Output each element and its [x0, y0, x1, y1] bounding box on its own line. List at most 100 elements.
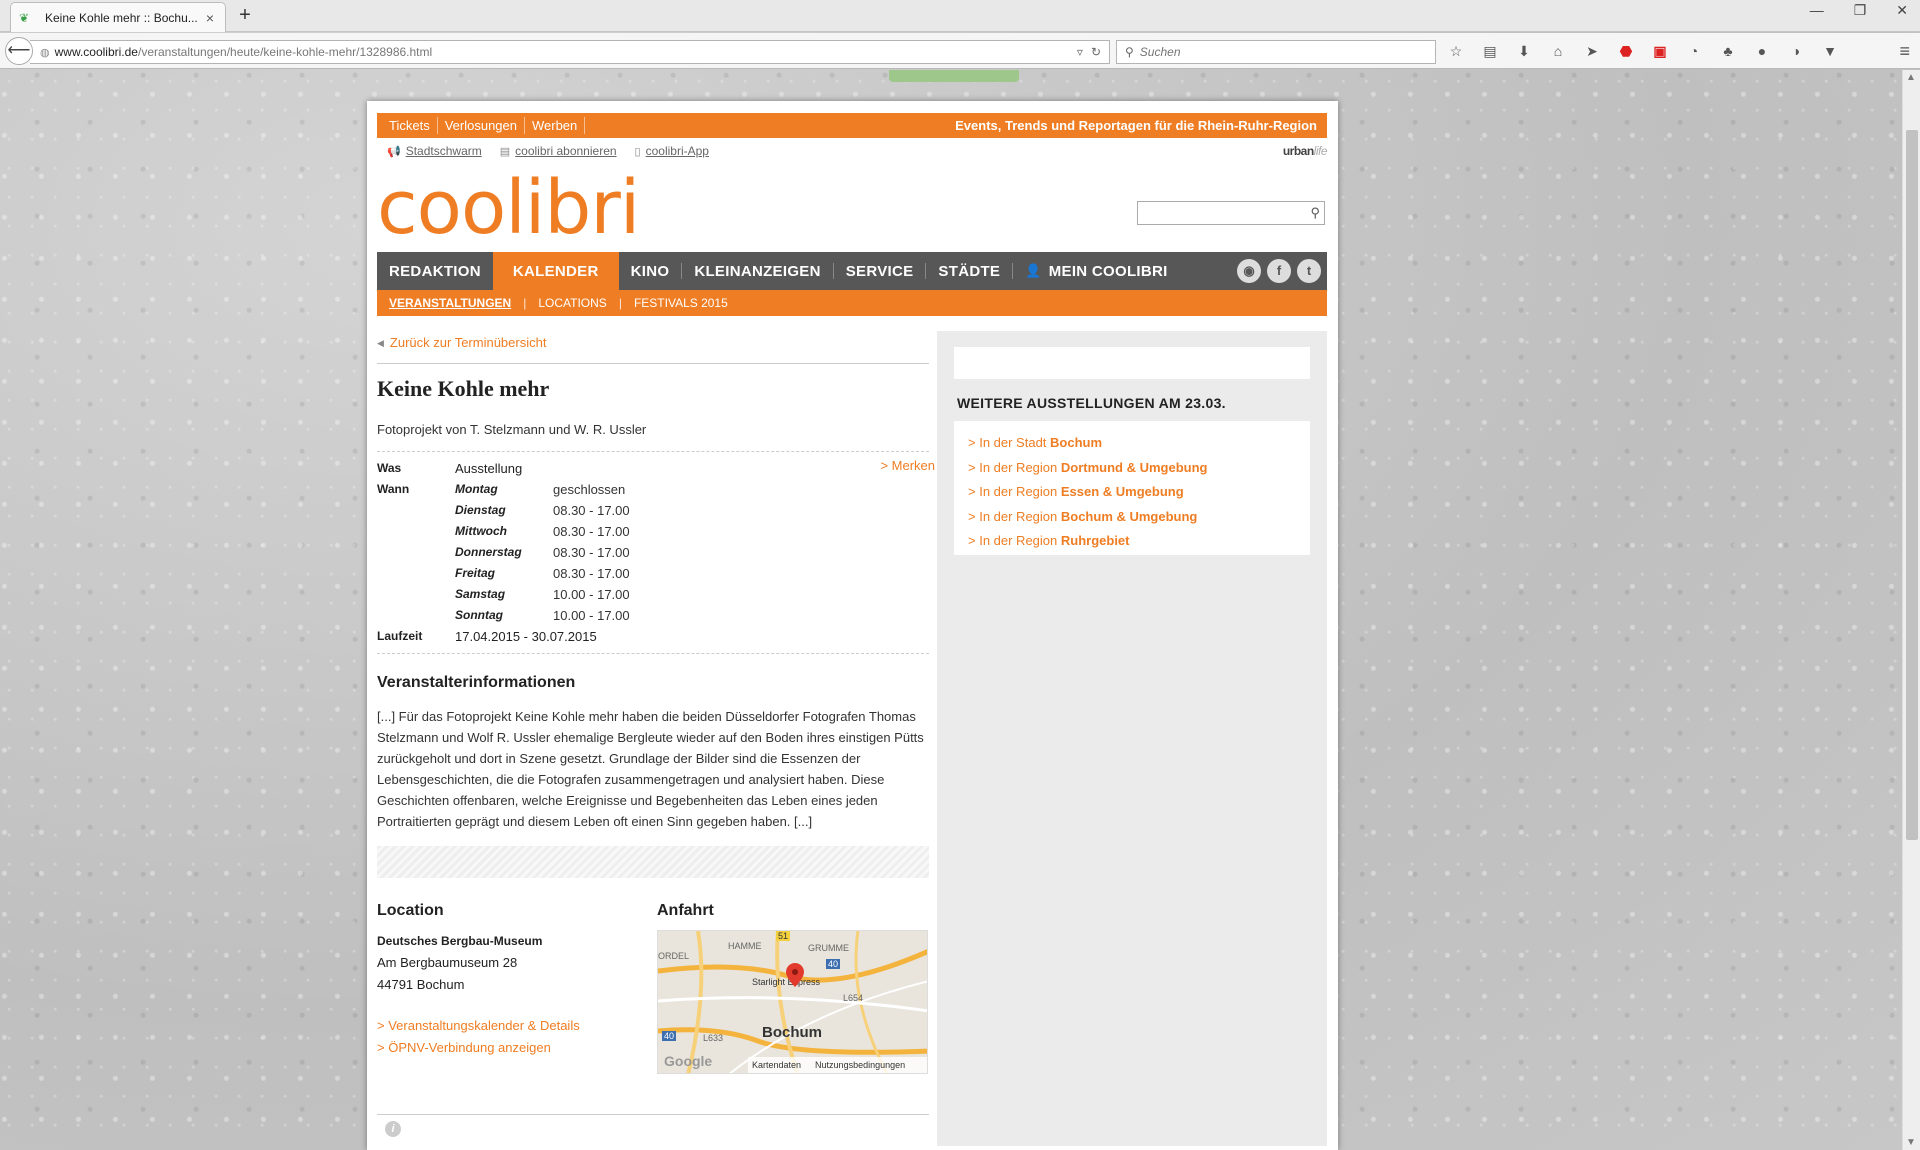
- coolibri-logo[interactable]: coolibri: [377, 171, 640, 245]
- save-icon[interactable]: ▼: [1820, 41, 1840, 61]
- sidebar-ad-slot: [954, 347, 1310, 379]
- top-strip: Tickets Verlosungen Werben Events, Trend…: [377, 113, 1327, 138]
- abonnieren-link[interactable]: ▤ coolibri abonnieren: [500, 144, 617, 158]
- new-tab-button[interactable]: +: [234, 4, 256, 27]
- url-bar[interactable]: ◍ www.coolibri.de/veranstaltungen/heute/…: [30, 40, 1110, 64]
- browser-toolbar: ☆ ▤ ⬇ ⌂ ➤ ⬣ ▣ ◔ ♣ ● ◑ ▼: [1446, 41, 1840, 61]
- browser-search-input[interactable]: [1139, 45, 1420, 59]
- green-tab-decoration: [889, 70, 1019, 82]
- nav-mein-coolibri[interactable]: 👤 MEIN COOLIBRI: [1013, 252, 1179, 290]
- facebook-icon[interactable]: f: [1267, 259, 1291, 283]
- info-icon[interactable]: i: [385, 1121, 401, 1137]
- laufzeit-label: Laufzeit: [377, 629, 423, 643]
- sec-veranstaltungen[interactable]: VERANSTALTUNGEN: [377, 296, 523, 310]
- map-pin-icon[interactable]: [786, 963, 804, 987]
- top-link-werben[interactable]: Werben: [525, 117, 586, 134]
- browser-tab[interactable]: ❦ Keine Kohle mehr :: Bochu... ×: [10, 2, 226, 32]
- close-tab-icon[interactable]: ×: [203, 10, 217, 26]
- coolibri-favicon-icon: ❦: [19, 10, 30, 25]
- twitter-icon[interactable]: t: [1297, 259, 1321, 283]
- top-link-tickets[interactable]: Tickets: [377, 117, 438, 134]
- rss-icon[interactable]: ◉: [1237, 259, 1261, 283]
- url-text[interactable]: www.coolibri.de/veranstaltungen/heute/ke…: [55, 45, 1077, 59]
- home-icon[interactable]: ⌂: [1548, 41, 1568, 61]
- calendar-details-link[interactable]: > Veranstaltungskalender & Details: [377, 1018, 637, 1033]
- nav-kleinanzeigen[interactable]: KLEINANZEIGEN: [682, 252, 832, 290]
- location-heading: Location: [377, 902, 444, 919]
- top-link-verlosungen[interactable]: Verlosungen: [438, 117, 525, 134]
- browser-search-bar[interactable]: ⚲: [1116, 40, 1436, 64]
- organizer-heading: Veranstalterinformationen: [377, 674, 576, 691]
- location-map[interactable]: HAMME GRUMME ORDEL Starlight Express L65…: [657, 930, 928, 1074]
- list-item[interactable]: > In der Region Dortmund & Umgebung: [968, 456, 1296, 481]
- browser-tab-bar: ❦ Keine Kohle mehr :: Bochu... × + — ❐ ✕: [0, 0, 1920, 32]
- nav-kalender[interactable]: KALENDER: [492, 252, 619, 290]
- restore-button[interactable]: ❐: [1854, 2, 1867, 19]
- hamburger-menu-icon[interactable]: ≡: [1899, 41, 1910, 62]
- wann-row: Wann Montag geschlossen Dienstag 08.30 - 1…: [377, 479, 929, 626]
- adblock-icon[interactable]: ⬣: [1616, 41, 1636, 61]
- nav-redaktion[interactable]: REDAKTION: [377, 252, 493, 290]
- reading-list-icon[interactable]: ▤: [1480, 41, 1500, 61]
- minimize-button[interactable]: —: [1810, 2, 1824, 19]
- pocket-icon[interactable]: ♣: [1718, 41, 1738, 61]
- more-exhibitions-list: > In der Stadt Bochum > In der Region Do…: [954, 419, 1310, 555]
- sec-festivals[interactable]: FESTIVALS 2015: [622, 296, 740, 310]
- oepnv-link[interactable]: > ÖPNV-Verbindung anzeigen: [377, 1040, 637, 1055]
- merken-link[interactable]: > Merken: [880, 458, 935, 473]
- chat-icon[interactable]: ●: [1752, 41, 1772, 61]
- stadtschwarm-link[interactable]: 📢 Stadtschwarm: [387, 144, 482, 158]
- terms-link[interactable]: Nutzungsbedingungen: [815, 1060, 905, 1070]
- event-detail: ◀ Zurück zur Terminübersicht Keine Kohle…: [377, 331, 935, 1144]
- reload-icon[interactable]: ↻: [1091, 45, 1101, 59]
- page-container: Tickets Verlosungen Werben Events, Trend…: [367, 101, 1338, 1150]
- main-navigation: REDAKTION KALENDER KINO KLEINANZEIGEN SE…: [377, 252, 1327, 290]
- site-search-input[interactable]: [1138, 202, 1298, 224]
- list-item[interactable]: > In der Stadt Bochum: [968, 431, 1296, 456]
- scroll-thumb[interactable]: [1906, 130, 1918, 840]
- social-icons: ◉ f t: [1237, 252, 1327, 290]
- urbanlife-logo[interactable]: urbanlife: [1283, 144, 1328, 158]
- directions: Anfahrt HAMME GRUMME ORDEL Starlight Exp…: [657, 902, 929, 1074]
- list-item[interactable]: > In der Region Bochum & Umgebung: [968, 505, 1296, 530]
- search-icon: ⚲: [1125, 45, 1134, 59]
- triangle-left-icon: ◀: [377, 338, 384, 348]
- map-label: L633: [703, 1033, 724, 1043]
- sidebar-heading: WEITERE AUSSTELLUNGEN AM 23.03.: [957, 395, 1226, 411]
- megaphone-icon: 📢: [387, 145, 401, 158]
- site-search[interactable]: ⚲: [1137, 201, 1325, 225]
- pdf-icon[interactable]: ▣: [1650, 41, 1670, 61]
- search-icon[interactable]: ⚲: [1310, 205, 1320, 221]
- scroll-down-icon[interactable]: ▼: [1906, 1137, 1916, 1148]
- map-label: GRUMME: [808, 943, 849, 953]
- nav-service[interactable]: SERVICE: [834, 252, 926, 290]
- document-icon: ▤: [499, 145, 511, 158]
- map-label: ORDEL: [658, 951, 690, 961]
- map-data-link[interactable]: Kartendaten: [752, 1060, 801, 1070]
- sec-locations[interactable]: LOCATIONS: [526, 296, 618, 310]
- wann-label: Wann: [377, 482, 410, 496]
- nav-kino[interactable]: KINO: [619, 252, 682, 290]
- google-logo: Google: [664, 1053, 713, 1069]
- extension-icon[interactable]: ◑: [1786, 41, 1806, 61]
- app-link[interactable]: ▯ coolibri-App: [635, 144, 709, 158]
- dropdown-arrow-icon[interactable]: ▿: [1077, 45, 1083, 59]
- back-to-overview-link[interactable]: ◀ Zurück zur Terminübersicht: [377, 331, 929, 364]
- scroll-up-icon[interactable]: ▲: [1906, 72, 1916, 83]
- hours-row: Mittwoch 08.30 - 17.00: [455, 524, 630, 539]
- close-window-button[interactable]: ✕: [1896, 2, 1908, 19]
- page-scrollbar[interactable]: ▲ ▼: [1902, 70, 1920, 1150]
- phone-icon: ▯: [634, 145, 641, 158]
- hours-row: Sonntag 10.00 - 17.00: [455, 608, 630, 623]
- list-item[interactable]: > In der Region Essen & Umgebung: [968, 480, 1296, 505]
- opening-hours: Montag geschlossen Dienstag 08.30 - 17.00 …: [455, 479, 630, 626]
- bookmark-star-icon[interactable]: ☆: [1446, 41, 1466, 61]
- nav-staedte[interactable]: STÄDTE: [926, 252, 1012, 290]
- event-description: [...] Für das Fotoprojekt Keine Kohle me…: [377, 709, 924, 829]
- download-icon[interactable]: ⬇: [1514, 41, 1534, 61]
- back-button[interactable]: ⟵: [5, 37, 33, 65]
- list-item[interactable]: > In der Region Ruhrgebiet: [968, 529, 1296, 554]
- browser-nav-bar: ◍ www.coolibri.de/veranstaltungen/heute/…: [0, 33, 1920, 69]
- send-icon[interactable]: ➤: [1582, 41, 1602, 61]
- sync-icon[interactable]: ◔: [1684, 41, 1704, 61]
